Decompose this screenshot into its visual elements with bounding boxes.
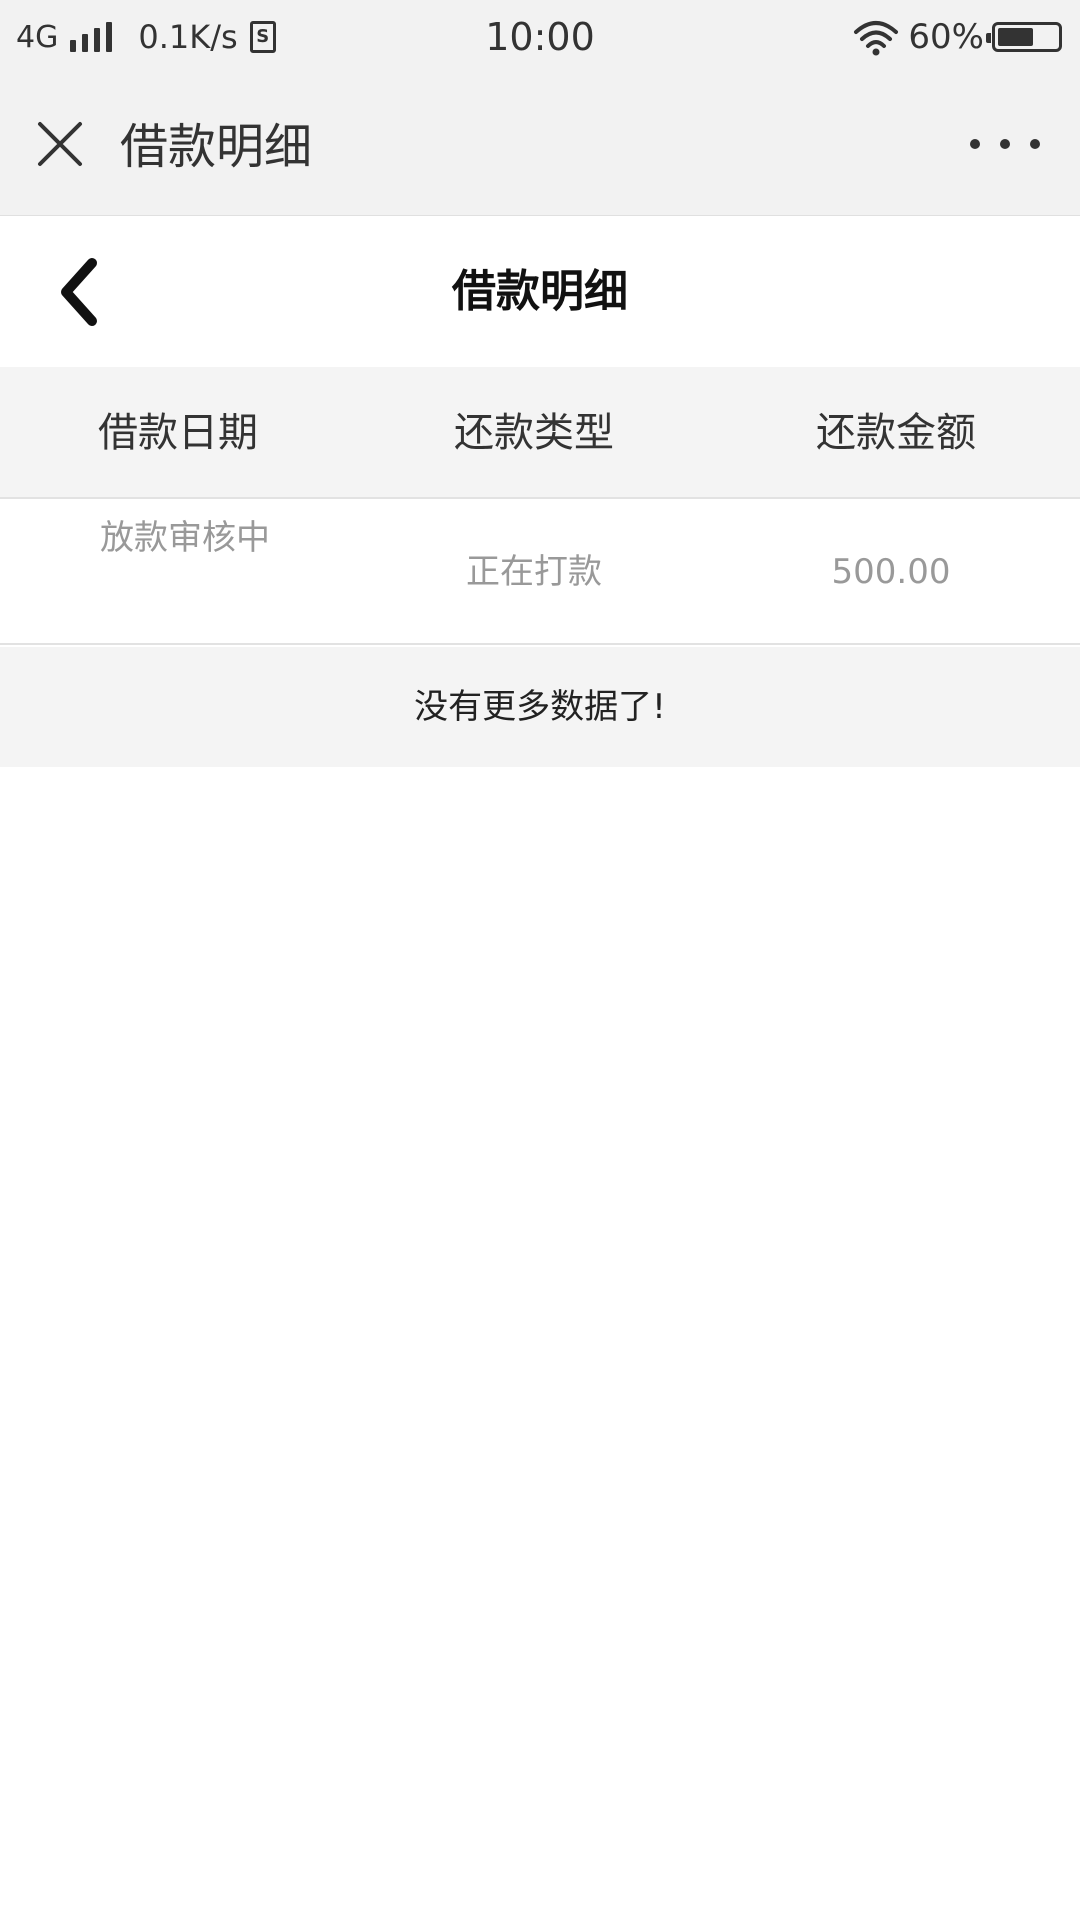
more-options-icon[interactable] bbox=[970, 124, 1040, 164]
close-icon[interactable] bbox=[30, 114, 90, 174]
more-dot bbox=[1030, 139, 1040, 149]
battery-percent: 60% bbox=[908, 17, 984, 57]
battery-fill bbox=[998, 28, 1033, 46]
column-header-repay-amount: 还款金额 bbox=[816, 410, 976, 456]
column-header-loan-date: 借款日期 bbox=[98, 410, 258, 456]
table-header: 借款日期 还款类型 还款金额 bbox=[0, 367, 1080, 499]
page-title: 借款明细 bbox=[452, 266, 628, 317]
status-bar: 4G 0.1K/s S 10:00 60% bbox=[0, 0, 1080, 76]
top-bar: 借款明细 bbox=[0, 76, 1080, 216]
cell-repay-type: 正在打款 bbox=[466, 552, 602, 592]
more-dot bbox=[970, 139, 980, 149]
cell-repay-amount: 500.00 bbox=[831, 552, 951, 592]
table-row[interactable]: 放款审核中 正在打款 500.00 bbox=[0, 501, 1080, 645]
status-right: 60% bbox=[852, 12, 1062, 62]
top-bar-title: 借款明细 bbox=[120, 119, 313, 175]
page-header: 借款明细 bbox=[0, 217, 1080, 367]
battery-tip bbox=[986, 33, 991, 43]
column-header-repay-type: 还款类型 bbox=[454, 410, 614, 456]
screen: 4G 0.1K/s S 10:00 60% 借款明细 借款明细 借款日期 还款类… bbox=[0, 0, 1080, 1920]
more-dot bbox=[1000, 139, 1010, 149]
wifi-icon bbox=[854, 21, 899, 56]
no-more-data-message: 没有更多数据了! bbox=[0, 647, 1080, 767]
battery-icon bbox=[986, 22, 1062, 52]
cell-loan-date: 放款审核中 bbox=[100, 518, 270, 558]
